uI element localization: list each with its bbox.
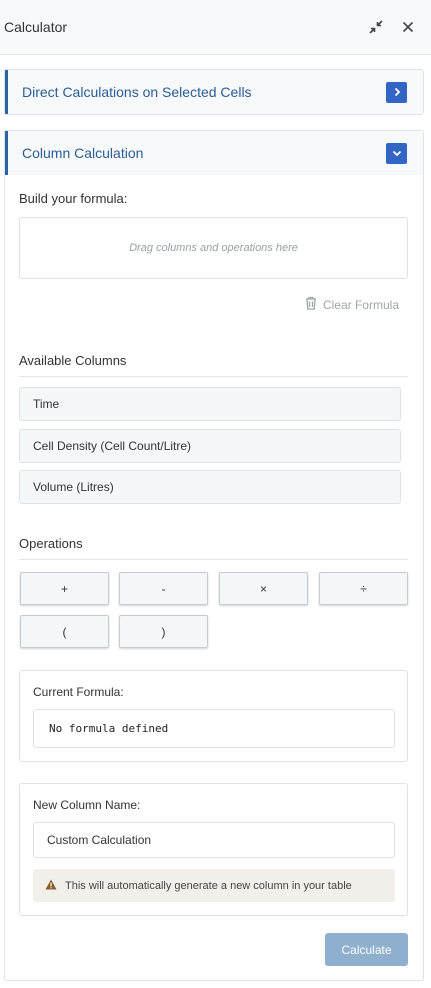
formula-dropzone[interactable]: Drag columns and operations here xyxy=(19,217,408,279)
operation-multiply-button[interactable]: × xyxy=(219,572,308,605)
clear-formula-button[interactable]: Clear Formula xyxy=(305,296,399,313)
operations-divider xyxy=(19,559,408,560)
operation-close-paren-button[interactable]: ) xyxy=(119,615,208,648)
column-item-time[interactable]: Time xyxy=(19,387,401,421)
build-formula-label: Build your formula: xyxy=(19,191,128,206)
column-item-cell-density[interactable]: Cell Density (Cell Count/Litre) xyxy=(19,429,401,463)
direct-calculations-section: Direct Calculations on Selected Cells xyxy=(4,69,424,115)
current-formula-label: Current Formula: xyxy=(33,685,124,699)
operations-label: Operations xyxy=(19,536,83,551)
auto-generate-notice: This will automatically generate a new c… xyxy=(33,869,395,902)
operation-open-paren-button[interactable]: ( xyxy=(20,615,109,648)
current-formula-card: Current Formula: No formula defined xyxy=(19,670,408,762)
available-columns-label: Available Columns xyxy=(19,353,127,368)
close-icon[interactable] xyxy=(399,18,417,36)
new-column-card: New Column Name: This will automatically… xyxy=(19,783,408,916)
calculator-header: Calculator xyxy=(0,0,431,55)
direct-calculations-header[interactable]: Direct Calculations on Selected Cells xyxy=(5,70,423,114)
chevron-right-icon[interactable] xyxy=(386,81,407,103)
direct-calculations-title: Direct Calculations on Selected Cells xyxy=(22,84,252,100)
new-column-label: New Column Name: xyxy=(33,798,141,812)
notice-text: This will automatically generate a new c… xyxy=(65,879,352,892)
trash-icon xyxy=(305,296,317,313)
new-column-name-input[interactable] xyxy=(33,822,395,858)
calculate-button[interactable]: Calculate xyxy=(325,933,408,966)
panel-title: Calculator xyxy=(4,19,68,35)
chevron-down-icon[interactable] xyxy=(386,142,407,164)
compress-arrows-icon[interactable] xyxy=(367,18,385,36)
operation-divide-button[interactable]: ÷ xyxy=(319,572,408,605)
column-calculation-header[interactable]: Column Calculation xyxy=(5,131,423,175)
column-calculation-title: Column Calculation xyxy=(22,145,144,161)
header-actions xyxy=(367,18,427,36)
current-formula-value: No formula defined xyxy=(49,722,169,735)
current-formula-display: No formula defined xyxy=(33,709,395,748)
operation-plus-button[interactable]: + xyxy=(20,572,109,605)
dropzone-placeholder: Drag columns and operations here xyxy=(129,242,298,254)
warning-icon xyxy=(45,879,57,893)
operation-minus-button[interactable]: - xyxy=(119,572,208,605)
column-item-volume[interactable]: Volume (Litres) xyxy=(19,470,401,504)
available-columns-divider xyxy=(19,376,408,377)
clear-formula-label: Clear Formula xyxy=(322,297,399,312)
